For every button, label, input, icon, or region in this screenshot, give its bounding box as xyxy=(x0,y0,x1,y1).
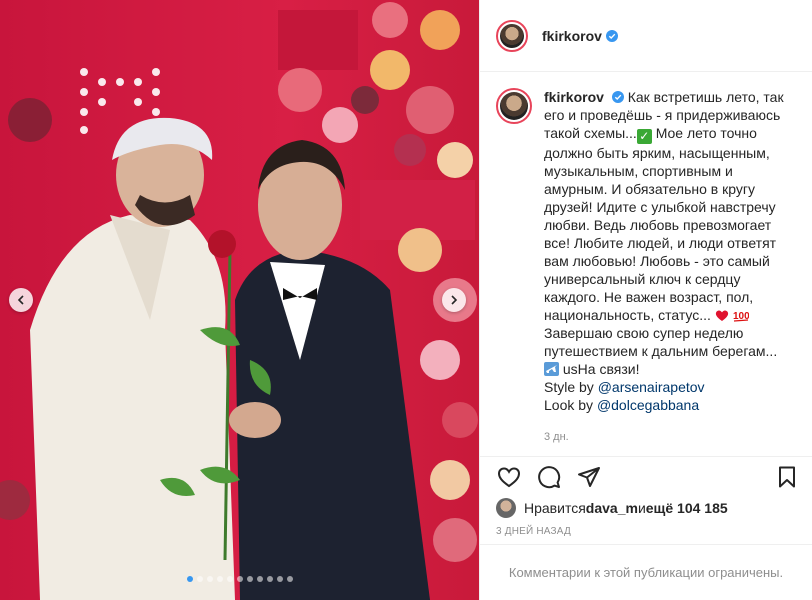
likes-summary[interactable]: Нравится dava_m и ещё 104 185 xyxy=(496,496,796,520)
style-label: Style by xyxy=(544,379,598,395)
liker-username[interactable]: dava_m xyxy=(586,500,638,516)
chevron-right-icon xyxy=(451,295,458,305)
airplane-emoji-icon xyxy=(544,362,559,376)
liker-avatar xyxy=(496,498,516,518)
carousel-dot xyxy=(256,576,263,582)
post-header: fkirkorov xyxy=(480,0,812,72)
caption-timestamp[interactable]: 3 дн. xyxy=(544,428,796,446)
carousel-dot xyxy=(226,576,233,582)
carousel-dot xyxy=(236,576,243,582)
carousel-indicator xyxy=(0,576,479,582)
caption-p2: Мое лето точно должно быть ярким, насыще… xyxy=(544,125,777,323)
caption-text: fkirkorov Как встретишь лето, так его и … xyxy=(544,88,796,446)
caption-username[interactable]: fkirkorov xyxy=(544,89,604,105)
caption-avatar[interactable] xyxy=(496,88,532,124)
carousel-prev-button[interactable] xyxy=(9,288,33,312)
caption-p4: usНа связи! xyxy=(562,361,640,377)
caption-area: fkirkorov Как встретишь лето, так его и … xyxy=(480,72,812,456)
carousel-dot xyxy=(186,576,193,582)
post-media[interactable] xyxy=(0,0,479,600)
carousel-dot xyxy=(196,576,203,582)
post-photo xyxy=(0,0,479,600)
heart-emoji-icon xyxy=(715,310,728,321)
post-timestamp[interactable]: 3 дней назад xyxy=(496,526,571,537)
verified-badge-icon xyxy=(605,29,618,42)
like-button[interactable] xyxy=(494,462,524,492)
author-username[interactable]: fkirkorov xyxy=(542,28,602,44)
bookmark-icon xyxy=(779,466,795,487)
action-bar xyxy=(480,456,812,496)
carousel-dot xyxy=(286,576,293,582)
paper-plane-icon xyxy=(578,466,600,487)
carousel-dot xyxy=(206,576,213,582)
mention-link[interactable]: @dolcegabbana xyxy=(597,397,699,413)
chevron-left-icon xyxy=(17,295,24,305)
hundred-points-icon: 100 xyxy=(733,311,750,322)
likes-middle: и xyxy=(637,500,646,516)
carousel-dot xyxy=(276,576,283,582)
heart-icon xyxy=(497,466,521,487)
carousel-dot xyxy=(266,576,273,582)
save-button[interactable] xyxy=(772,462,802,492)
mention-link[interactable]: @arsenairapetov xyxy=(598,379,705,395)
verified-badge-icon xyxy=(611,91,624,103)
carousel-dot xyxy=(216,576,223,582)
likes-count[interactable]: ещё 104 185 xyxy=(646,500,728,516)
look-label: Look by xyxy=(544,397,597,413)
caption-p3: Завершаю свою супер неделю путешествием … xyxy=(544,325,778,359)
carousel-next-button[interactable] xyxy=(442,288,466,312)
carousel-dot xyxy=(246,576,253,582)
comment-button[interactable] xyxy=(534,462,564,492)
avatar[interactable] xyxy=(496,19,528,52)
caption: fkirkorov Как встретишь лето, так его и … xyxy=(496,88,796,446)
comments-restricted-notice: Комментарии к этой публикации ограничены… xyxy=(480,544,812,600)
check-mark-icon: ✓ xyxy=(636,129,652,144)
comment-icon xyxy=(538,465,561,488)
post-sidebar: fkirkorov fkirkorov Как встретишь лето, … xyxy=(479,0,812,600)
share-button[interactable] xyxy=(574,462,604,492)
likes-prefix: Нравится xyxy=(524,500,586,516)
